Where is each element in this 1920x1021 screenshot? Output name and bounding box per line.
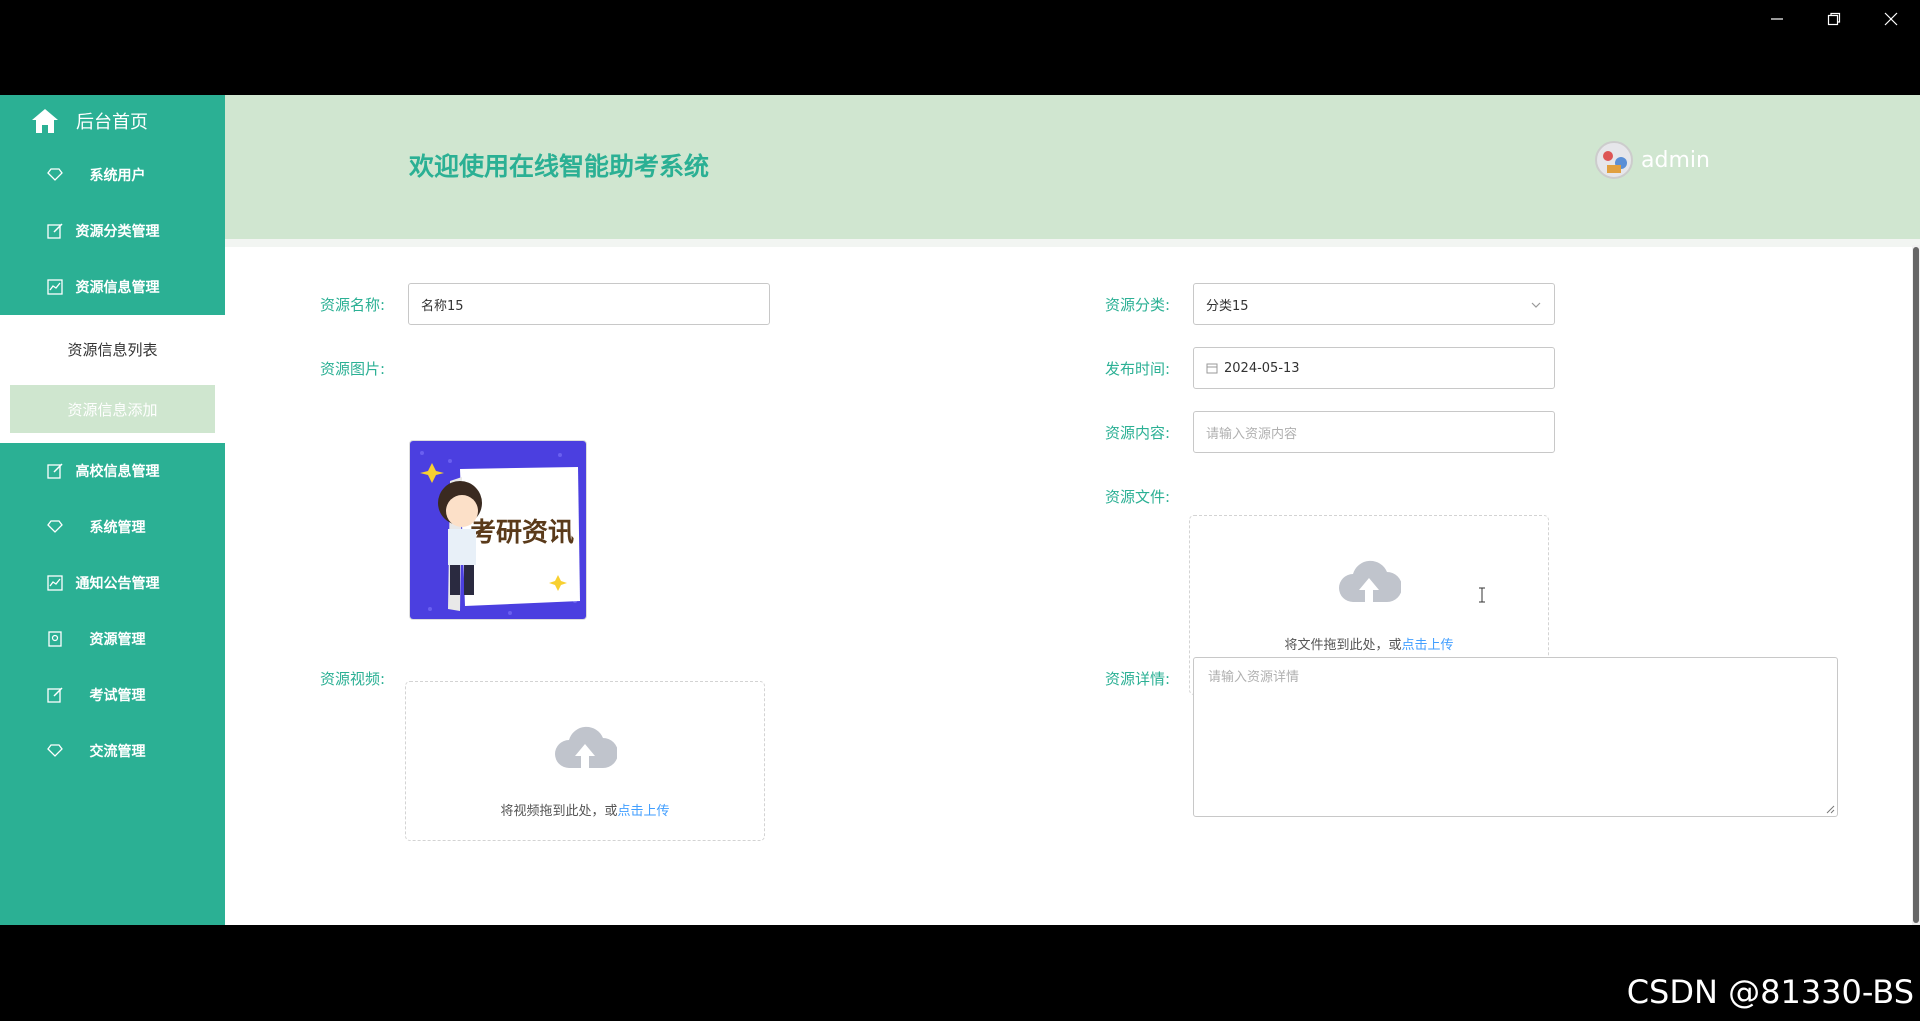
resource-name-label: 资源名称:	[319, 296, 385, 314]
chart-icon	[47, 575, 63, 591]
sidebar-item-exam[interactable]: 考试管理	[0, 667, 225, 723]
category-selected-value: 分类15	[1206, 298, 1249, 314]
restore-icon[interactable]	[1814, 6, 1854, 32]
video-upload-dropzone[interactable]: 将视频拖到此处，或点击上传	[405, 681, 765, 841]
diamond-icon	[47, 520, 63, 533]
minimize-icon[interactable]	[1757, 6, 1797, 32]
app-window: 后台首页 系统用户 资源分类管理 资源信息管理 资源信息列表 资源信息添加 高校…	[0, 95, 1920, 925]
edit-icon	[47, 223, 63, 239]
calendar-icon	[1206, 363, 1218, 374]
sidebar-home[interactable]: 后台首页	[0, 95, 225, 147]
file-upload-hint: 将文件拖到此处，或点击上传	[1190, 634, 1548, 653]
resize-handle-icon[interactable]	[1825, 804, 1835, 814]
resource-image-label: 资源图片:	[319, 360, 385, 378]
sidebar-item-system-users[interactable]: 系统用户	[0, 147, 225, 203]
sidebar-home-label: 后台首页	[76, 112, 148, 133]
sidebar-item-label: 高校信息管理	[75, 464, 160, 480]
username[interactable]: admin	[1641, 148, 1710, 173]
cloud-upload-icon	[555, 726, 617, 768]
close-icon[interactable]	[1871, 6, 1911, 32]
sidebar-item-resource-info[interactable]: 资源信息管理	[0, 259, 225, 315]
publish-date-input[interactable]: 2024-05-13	[1193, 347, 1555, 389]
home-icon	[32, 109, 58, 133]
form-content: 资源名称: 名称15 资源图片: 考研资讯 资源视频: 将视频拖到此处，或点击上…	[225, 239, 1920, 925]
sidebar-item-label: 考试管理	[89, 688, 146, 704]
text-cursor-icon	[1479, 587, 1485, 603]
sidebar-item-label: 系统管理	[89, 520, 146, 536]
page-title: 欢迎使用在线智能助考系统	[409, 152, 710, 181]
sidebar-item-label: 资源信息管理	[75, 280, 160, 296]
resource-detail-placeholder: 请输入资源详情	[1208, 670, 1300, 685]
user-menu[interactable]: admin	[1595, 141, 1710, 179]
file-upload-link[interactable]: 点击上传	[1402, 638, 1454, 653]
watermark: CSDN @81330-BS	[1626, 973, 1914, 1011]
sidebar-item-label: 系统用户	[89, 168, 146, 184]
edit-icon	[47, 463, 63, 479]
video-upload-link[interactable]: 点击上传	[618, 804, 670, 819]
video-upload-hint-text: 将视频拖到此处，或	[500, 804, 618, 819]
resource-detail-textarea[interactable]: 请输入资源详情	[1193, 657, 1838, 817]
resource-category-label: 资源分类:	[1104, 296, 1170, 314]
resource-content-input[interactable]: 请输入资源内容	[1193, 411, 1555, 453]
sidebar-item-university[interactable]: 高校信息管理	[0, 443, 225, 499]
resource-content-label: 资源内容:	[1104, 424, 1170, 442]
resource-video-label: 资源视频:	[319, 670, 385, 688]
resource-file-label: 资源文件:	[1104, 488, 1170, 506]
diamond-icon	[47, 168, 63, 181]
sidebar-item-resource-category[interactable]: 资源分类管理	[0, 203, 225, 259]
chart-icon	[47, 279, 63, 295]
sidebar-item-label: 交流管理	[89, 744, 146, 760]
resource-image-text: 考研资讯	[470, 518, 574, 548]
resource-name-input[interactable]: 名称15	[408, 283, 770, 325]
sidebar-item-label: 资源管理	[89, 632, 146, 648]
header: 欢迎使用在线智能助考系统 admin	[225, 95, 1920, 239]
resource-detail-label: 资源详情:	[1104, 670, 1170, 688]
window-titlebar	[0, 0, 1920, 95]
sidebar-item-system-management[interactable]: 系统管理	[0, 499, 225, 555]
publish-date-label: 发布时间:	[1104, 360, 1170, 378]
chevron-down-icon	[1531, 302, 1541, 308]
sidebar-item-label: 资源分类管理	[75, 224, 160, 240]
diamond-icon	[47, 744, 63, 757]
sidebar-item-notice[interactable]: 通知公告管理	[0, 555, 225, 611]
publish-date-value: 2024-05-13	[1224, 360, 1300, 376]
avatar[interactable]	[1595, 141, 1633, 179]
cloud-upload-icon	[1339, 560, 1401, 602]
submenu-item-resource-add[interactable]: 资源信息添加	[10, 385, 215, 433]
resource-image-preview[interactable]: 考研资讯	[409, 440, 587, 620]
submenu-item-resource-list[interactable]: 资源信息列表	[10, 325, 215, 373]
sidebar-submenu: 资源信息列表 资源信息添加	[0, 315, 225, 443]
resource-image: 考研资讯	[410, 441, 586, 619]
file-upload-hint-text: 将文件拖到此处，或	[1284, 638, 1402, 653]
edit-icon	[47, 687, 63, 703]
video-upload-hint: 将视频拖到此处，或点击上传	[406, 800, 764, 819]
badge-icon	[48, 631, 62, 647]
scrollbar-thumb[interactable]	[1913, 247, 1919, 923]
sidebar-item-communication[interactable]: 交流管理	[0, 723, 225, 779]
content-scrollbar[interactable]	[1912, 245, 1920, 925]
sidebar: 后台首页 系统用户 资源分类管理 资源信息管理 资源信息列表 资源信息添加 高校…	[0, 95, 225, 925]
sidebar-item-label: 通知公告管理	[75, 576, 160, 592]
sidebar-item-resource-management[interactable]: 资源管理	[0, 611, 225, 667]
resource-category-select[interactable]: 分类15	[1193, 283, 1555, 325]
